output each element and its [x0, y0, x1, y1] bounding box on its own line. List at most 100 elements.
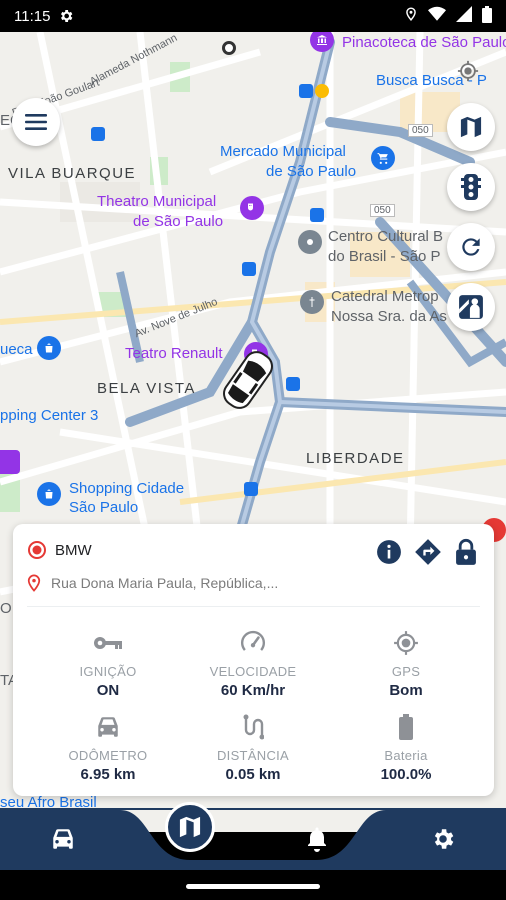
shopping-cart-pin-icon[interactable]: [371, 146, 395, 170]
battery-status-icon: [482, 5, 492, 27]
metric-label: GPS: [391, 664, 421, 679]
info-button[interactable]: [376, 539, 402, 570]
lock-icon: [456, 538, 476, 565]
map-label-mercado-1: Mercado Municipal: [220, 143, 346, 160]
theater-pin-icon-left[interactable]: [0, 450, 20, 474]
map-label-theatro-1: Theatro Municipal: [97, 193, 217, 210]
vehicle-actions: [376, 538, 478, 571]
metro-icon-1: [299, 84, 313, 98]
location-pin-icon: [27, 574, 41, 592]
my-location-icon[interactable]: [451, 54, 485, 88]
refresh-button[interactable]: [447, 223, 495, 271]
nav-map-button[interactable]: [165, 802, 215, 852]
map-label-catedral-1: Catedral Metrop: [331, 288, 439, 305]
home-gesture-handle[interactable]: [186, 884, 320, 889]
bottom-navigation: [0, 802, 506, 870]
street-view-icon: [459, 295, 483, 319]
map-label-centro-cultural-2: do Brasil - São P: [328, 248, 441, 265]
gesture-bar-area: [0, 870, 506, 900]
map-label-mercado-2: de São Paulo: [266, 163, 357, 180]
directions-icon: [415, 539, 441, 565]
vehicle-address: Rua Dona Maria Paula, República,...: [51, 575, 279, 591]
vehicle-title-row: BMW: [27, 540, 92, 560]
card-divider: [27, 606, 480, 607]
directions-button[interactable]: [414, 538, 442, 571]
lock-button[interactable]: [454, 538, 478, 571]
status-dot-icon: [28, 541, 46, 559]
address-row: Rua Dona Maria Paula, República,...: [27, 574, 278, 592]
settings-notification-icon: [58, 8, 74, 24]
vehicle-name: BMW: [55, 541, 92, 559]
metric-value: Bom: [389, 682, 423, 699]
shopping-bag-pin-icon-2[interactable]: [37, 482, 61, 506]
metric-label: IGNIÇÃO: [79, 664, 137, 679]
refresh-icon: [462, 238, 480, 256]
gps-icon: [394, 631, 418, 655]
map-label-theatro-2: de São Paulo: [133, 213, 224, 230]
map-icon: [179, 816, 201, 838]
settings-icon: [434, 829, 454, 849]
info-icon: [377, 540, 401, 564]
car-icon: [98, 717, 118, 737]
theater-pin-icon[interactable]: [240, 196, 264, 220]
map-label-o: O: [0, 600, 12, 617]
metric-value: 0.05 km: [225, 766, 281, 783]
speedometer-icon: [240, 630, 266, 651]
metric-label: Bateria: [384, 748, 428, 763]
route-icon: [243, 714, 264, 740]
map-label-catedral-2: Nossa Sra. da As: [331, 308, 447, 325]
map-label-liberdade: LIBERDADE: [306, 450, 405, 467]
metric-distance: DISTÂNCIA 0.05 km: [178, 712, 328, 783]
metro-icon-3: [310, 208, 324, 222]
metric-label: VELOCIDADE: [209, 664, 297, 679]
nav-settings-button[interactable]: [416, 816, 470, 862]
map-icon: [460, 116, 482, 138]
metro-icon-2: [91, 127, 105, 141]
key-icon: [94, 637, 122, 649]
signal-icon: [456, 6, 472, 26]
church-pin-icon[interactable]: [300, 290, 324, 314]
traffic-button[interactable]: [447, 163, 495, 211]
bus-stop-icon: [315, 84, 329, 98]
metric-value: 60 Km/hr: [220, 682, 286, 699]
traffic-light-icon: [461, 174, 481, 200]
metro-icon-4: [242, 262, 256, 276]
bell-icon: [308, 827, 326, 852]
nav-notifications-button[interactable]: [290, 816, 344, 862]
transit-icon: [222, 41, 236, 55]
map-label-bela-vista: BELA VISTA: [97, 380, 196, 397]
cultural-center-pin-icon[interactable]: [298, 230, 322, 254]
metric-label: ODÔMETRO: [68, 748, 148, 763]
metro-icon-6: [244, 482, 258, 496]
metric-value: 100.0%: [380, 766, 432, 783]
car-icon: [53, 829, 73, 849]
map-label-ueca: ueca: [0, 341, 33, 358]
metric-gps: GPS Bom: [331, 628, 481, 699]
metric-label: DISTÂNCIA: [216, 748, 290, 763]
metric-speed: VELOCIDADE 60 Km/hr: [178, 628, 328, 699]
metric-ignition: IGNIÇÃO ON: [33, 628, 183, 699]
map-label-shopping-center: pping Center 3: [0, 407, 99, 424]
nav-vehicles-button[interactable]: [36, 816, 90, 862]
map-label-teatro-renault: Teatro Renault: [125, 345, 223, 362]
status-time: 11:15: [14, 7, 51, 25]
hamburger-icon: [25, 114, 47, 130]
location-icon: [404, 6, 418, 26]
route-shield-050-b: 050: [370, 204, 395, 217]
wifi-icon: [428, 6, 446, 26]
battery-icon: [399, 714, 413, 740]
metric-value: ON: [96, 682, 120, 699]
route-shield-050-a: 050: [408, 124, 433, 137]
street-view-button[interactable]: [447, 283, 495, 331]
map-label-shopping-cidade-2: São Paulo: [69, 499, 139, 516]
map-label-vila-buarque: VILA BUARQUE: [8, 165, 137, 182]
shopping-bag-pin-icon-1[interactable]: [37, 336, 61, 360]
metric-value: 6.95 km: [80, 766, 136, 783]
map-label-pinacoteca: Pinacoteca de São Paulo: [342, 34, 506, 51]
menu-button[interactable]: [12, 98, 60, 146]
map-label-centro-cultural-1: Centro Cultural B: [328, 228, 444, 245]
map-layers-button[interactable]: [447, 103, 495, 151]
metro-icon-5: [286, 377, 300, 391]
status-bar: 11:15: [0, 0, 506, 32]
vehicle-info-card[interactable]: BMW Rua Dona Maria Paula, República,... …: [13, 524, 494, 796]
